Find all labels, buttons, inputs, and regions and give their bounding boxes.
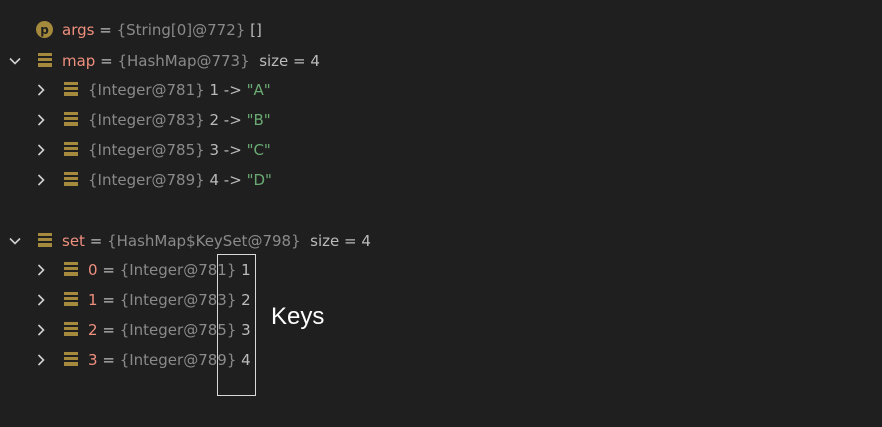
variable-row-args[interactable]: args = {String[0]@772} [] [62, 21, 262, 39]
chevron-down-icon[interactable] [8, 234, 22, 248]
field-icon [38, 53, 52, 67]
variable-value: size = 4 [310, 232, 371, 250]
object-reference: {HashMap$KeySet@798} [107, 232, 301, 250]
entry-key: 1 [209, 81, 220, 99]
entry-index: 1 [88, 291, 98, 309]
object-reference: {Integer@781} [88, 81, 205, 99]
entry-index: 2 [88, 321, 98, 339]
variable-value: size = 4 [259, 52, 320, 70]
chevron-right-icon[interactable] [34, 263, 48, 277]
field-icon [64, 82, 78, 96]
field-icon [64, 352, 78, 366]
variable-name: map [62, 52, 96, 70]
chevron-right-icon[interactable] [34, 323, 48, 337]
chevron-right-icon[interactable] [34, 143, 48, 157]
entry-string-value: "D" [246, 171, 272, 189]
object-reference: {String[0]@772} [116, 21, 246, 39]
chevron-right-icon[interactable] [34, 83, 48, 97]
equals-sign: = [102, 261, 115, 279]
entry-arrow: -> [223, 111, 242, 129]
equals-sign: = [89, 232, 103, 250]
entry-arrow: -> [223, 171, 242, 189]
field-icon [64, 142, 78, 156]
field-icon [64, 172, 78, 186]
equals-sign: = [102, 321, 115, 339]
entry-key: 2 [209, 111, 220, 129]
equals-sign: = [102, 351, 115, 369]
entry-index: 0 [88, 261, 98, 279]
entry-arrow: -> [223, 81, 242, 99]
equals-sign: = [99, 21, 112, 39]
parameter-icon: p [36, 21, 53, 38]
entry-string-value: "C" [246, 141, 271, 159]
keys-highlight-box [217, 254, 256, 396]
equals-sign: = [102, 291, 115, 309]
equals-sign: = [100, 52, 113, 70]
chevron-right-icon[interactable] [34, 113, 48, 127]
object-reference: {Integer@785} [88, 141, 205, 159]
field-icon [64, 292, 78, 306]
field-icon [38, 233, 52, 247]
variable-name: args [62, 21, 95, 39]
map-entry-row[interactable]: {Integer@785} 3 -> "C" [88, 141, 271, 159]
entry-key: 3 [209, 141, 220, 159]
chevron-right-icon[interactable] [34, 173, 48, 187]
map-entry-row[interactable]: {Integer@781} 1 -> "A" [88, 81, 271, 99]
chevron-right-icon[interactable] [34, 293, 48, 307]
keys-annotation-label: Keys [271, 303, 325, 330]
map-entry-row[interactable]: {Integer@783} 2 -> "B" [88, 111, 271, 129]
variable-row-set[interactable]: set = {HashMap$KeySet@798} size = 4 [62, 232, 371, 250]
entry-string-value: "B" [246, 111, 271, 129]
object-reference: {HashMap@773} [117, 52, 250, 70]
entry-key: 4 [209, 171, 220, 189]
variable-row-map[interactable]: map = {HashMap@773} size = 4 [62, 52, 320, 70]
variable-value: [] [250, 21, 262, 39]
variable-name: set [62, 232, 85, 250]
map-entry-row[interactable]: {Integer@789} 4 -> "D" [88, 171, 272, 189]
chevron-right-icon[interactable] [34, 353, 48, 367]
field-icon [64, 112, 78, 126]
chevron-down-icon[interactable] [8, 54, 22, 68]
entry-arrow: -> [223, 141, 242, 159]
field-icon [64, 262, 78, 276]
entry-string-value: "A" [246, 81, 271, 99]
entry-index: 3 [88, 351, 98, 369]
object-reference: {Integer@783} [88, 111, 205, 129]
field-icon [64, 322, 78, 336]
object-reference: {Integer@789} [88, 171, 205, 189]
